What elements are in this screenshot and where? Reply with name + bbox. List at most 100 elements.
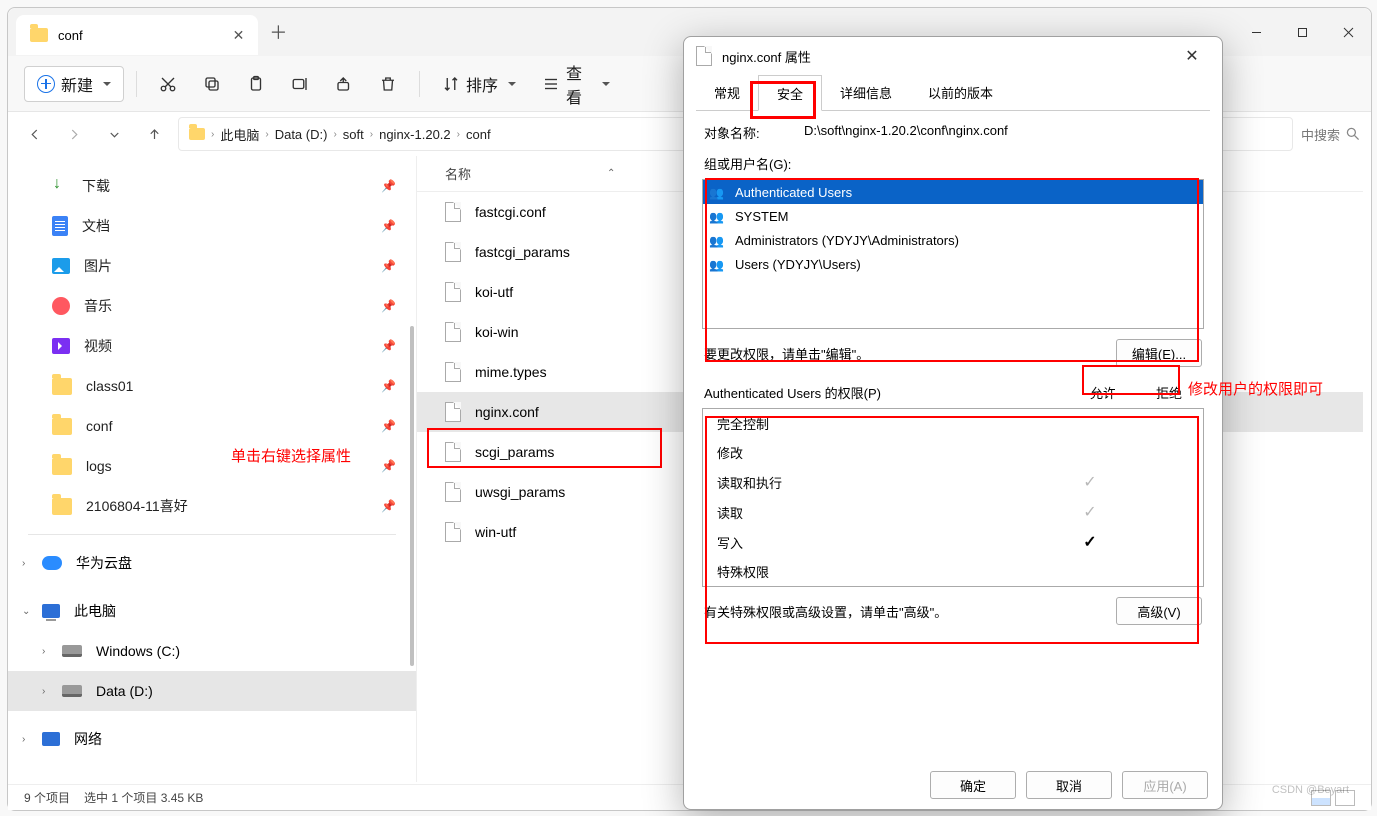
close-window-button[interactable] [1325, 12, 1371, 52]
sidebar[interactable]: 下载📌文档📌图片📌音乐📌视频📌class01📌conf📌logs📌2106804… [8, 156, 416, 782]
selection-info: 选中 1 个项目 3.45 KB [84, 789, 203, 806]
tab-conf[interactable]: conf ✕ [16, 15, 258, 55]
pin-icon: 📌 [381, 499, 396, 513]
pin-icon: 📌 [381, 459, 396, 473]
permissions-header: Authenticated Users 的权限(P) 允许 拒绝 [696, 377, 1210, 408]
search-stub[interactable]: 中搜索 [1301, 125, 1361, 144]
window-controls [1233, 12, 1371, 52]
tree-huawei-cloud[interactable]: ›华为云盘 [8, 543, 416, 583]
sidebar-item[interactable]: 视频📌 [8, 326, 416, 366]
back-button[interactable] [18, 118, 50, 150]
user-item[interactable]: Users (YDYJY\Users) [703, 252, 1203, 276]
sort-button[interactable]: 排序 [432, 66, 526, 102]
music-icon [52, 297, 70, 315]
tab-previous[interactable]: 以前的版本 [910, 75, 1011, 110]
edit-button[interactable]: 编辑(E)... [1116, 339, 1202, 367]
sidebar-item[interactable]: 音乐📌 [8, 286, 416, 326]
pin-icon: 📌 [381, 419, 396, 433]
user-item[interactable]: Administrators (YDYJY\Administrators) [703, 228, 1203, 252]
breadcrumb[interactable]: conf [466, 127, 491, 142]
sidebar-item[interactable]: conf📌 [8, 406, 416, 446]
recent-button[interactable] [98, 118, 130, 150]
pin-icon: 📌 [381, 219, 396, 233]
pin-icon: 📌 [381, 259, 396, 273]
file-icon [445, 482, 461, 502]
sidebar-item[interactable]: 下载📌 [8, 166, 416, 206]
copy-button[interactable] [193, 66, 231, 102]
file-icon [445, 322, 461, 342]
permission-row: 修改 [703, 438, 1203, 467]
dialog-close-button[interactable]: ✕ [1174, 46, 1210, 66]
cut-button[interactable] [149, 66, 187, 102]
permission-row: 特殊权限 [703, 557, 1203, 586]
minimize-button[interactable] [1233, 12, 1279, 52]
sidebar-item[interactable]: logs📌 [8, 446, 416, 486]
breadcrumb[interactable]: nginx-1.20.2 [379, 127, 451, 142]
breadcrumb[interactable]: 此电脑 [220, 125, 259, 144]
close-tab-icon[interactable]: ✕ [233, 27, 245, 44]
dialog-tabs: 常规 安全 详细信息 以前的版本 [696, 75, 1210, 111]
advanced-row: 有关特殊权限或高级设置，请单击"高级"。 高级(V) [696, 587, 1210, 635]
tree-drive-d[interactable]: ›Data (D:) [8, 671, 416, 711]
cancel-button[interactable]: 取消 [1026, 771, 1112, 799]
delete-button[interactable] [369, 66, 407, 102]
up-button[interactable] [138, 118, 170, 150]
tree-this-pc[interactable]: ⌄此电脑 [8, 591, 416, 631]
tree-network[interactable]: ›网络 [8, 719, 416, 759]
user-icon [709, 185, 727, 199]
user-item[interactable]: SYSTEM [703, 204, 1203, 228]
sidebar-item[interactable]: 文档📌 [8, 206, 416, 246]
tab-security[interactable]: 安全 [758, 75, 822, 111]
permission-row: 写入✓ [703, 527, 1203, 557]
sidebar-scrollbar[interactable] [410, 326, 414, 666]
user-item[interactable]: Authenticated Users [703, 180, 1203, 204]
drive-icon [62, 685, 82, 697]
paste-button[interactable] [237, 66, 275, 102]
tree-drive-c[interactable]: ›Windows (C:) [8, 631, 416, 671]
sidebar-item[interactable]: class01📌 [8, 366, 416, 406]
view-button[interactable]: 查看 [532, 66, 620, 102]
img-icon [52, 258, 70, 274]
pin-icon: 📌 [381, 339, 396, 353]
user-icon [709, 257, 727, 271]
new-tab-button[interactable]: ＋ [258, 19, 298, 45]
file-icon [445, 202, 461, 222]
ok-button[interactable]: 确定 [930, 771, 1016, 799]
sidebar-item[interactable]: 图片📌 [8, 246, 416, 286]
new-button[interactable]: 新建 [24, 66, 124, 102]
share-button[interactable] [325, 66, 363, 102]
dialog-titlebar[interactable]: nginx.conf 属性 ✕ [684, 37, 1222, 75]
user-icon [709, 233, 727, 247]
watermark: CSDN @Beyart [1272, 784, 1349, 796]
folder-icon [30, 28, 48, 42]
tab-general[interactable]: 常规 [696, 75, 758, 110]
permission-row: 读取和执行✓ [703, 467, 1203, 497]
file-icon [445, 402, 461, 422]
object-row: 对象名称: D:\soft\nginx-1.20.2\conf\nginx.co… [696, 111, 1210, 154]
item-count: 9 个项目 [24, 789, 70, 806]
advanced-button[interactable]: 高级(V) [1116, 597, 1202, 625]
maximize-button[interactable] [1279, 12, 1325, 52]
fold-icon [52, 458, 72, 475]
drive-icon [62, 645, 82, 657]
pc-icon [42, 604, 60, 618]
fold-icon [52, 378, 72, 395]
permission-row: 完全控制 [703, 409, 1203, 438]
fold-icon [52, 418, 72, 435]
edit-row: 要更改权限，请单击"编辑"。 编辑(E)... [696, 329, 1210, 377]
breadcrumb[interactable]: Data (D:) [275, 127, 328, 142]
tab-details[interactable]: 详细信息 [822, 75, 910, 110]
file-icon [445, 442, 461, 462]
cloud-icon [42, 556, 62, 570]
rename-button[interactable] [281, 66, 319, 102]
vid-icon [52, 338, 70, 354]
object-path: D:\soft\nginx-1.20.2\conf\nginx.conf [804, 123, 1008, 142]
group-label: 组或用户名(G): [696, 154, 1210, 179]
users-list[interactable]: Authenticated UsersSYSTEMAdministrators … [702, 179, 1204, 329]
user-icon [709, 209, 727, 223]
breadcrumb[interactable]: soft [343, 127, 364, 142]
file-icon [696, 46, 712, 66]
apply-button[interactable]: 应用(A) [1122, 771, 1208, 799]
forward-button[interactable] [58, 118, 90, 150]
sidebar-item[interactable]: 2106804-11喜好📌 [8, 486, 416, 526]
